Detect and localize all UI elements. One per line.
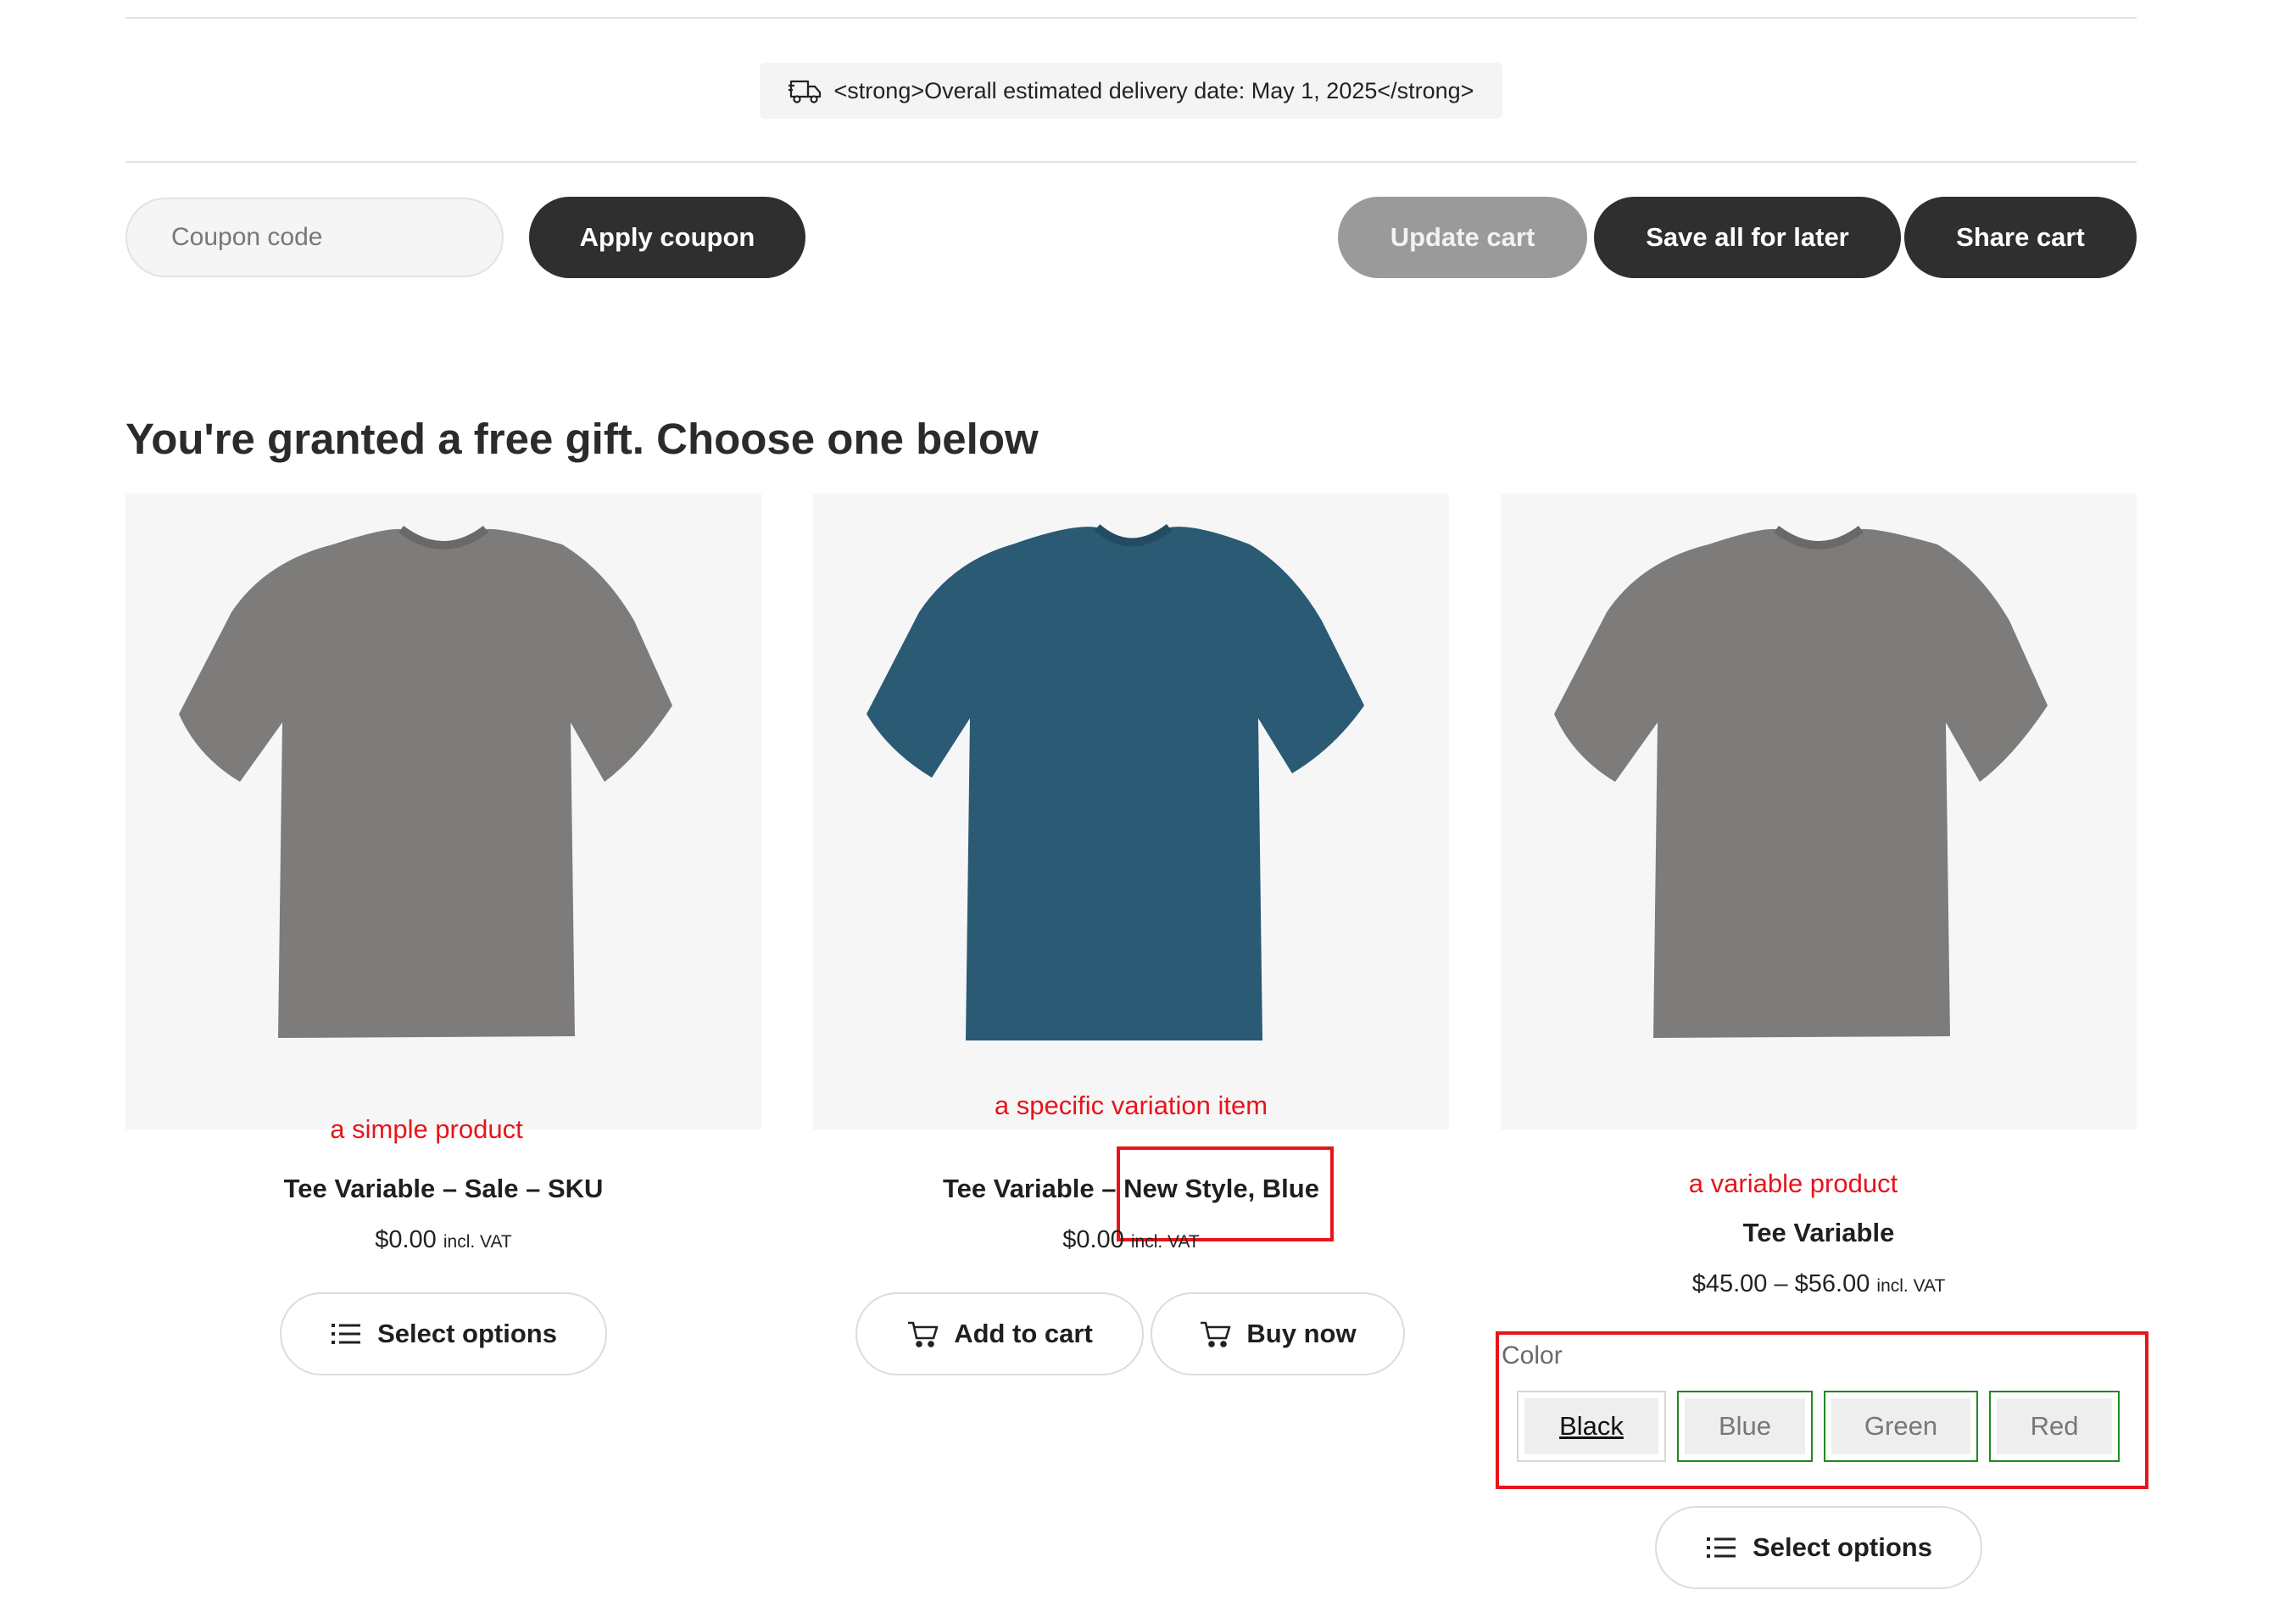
delivery-truck-icon [788, 80, 821, 103]
add-to-cart-label: Add to cart [954, 1319, 1093, 1348]
option-label: Black [1524, 1398, 1658, 1454]
price-value: $0.00 [375, 1226, 437, 1253]
add-to-cart-button[interactable]: Add to cart [855, 1292, 1144, 1375]
tax-label: incl. VAT [1876, 1276, 1946, 1296]
annotation-variable-product: a variable product [1688, 1169, 1898, 1198]
product-price: $0.00 incl. VAT [813, 1226, 1449, 1254]
select-options-button[interactable]: Select options [1655, 1506, 1982, 1589]
color-option-red[interactable]: Red [1989, 1391, 2120, 1462]
annotation-simple-product: a simple product [330, 1114, 523, 1144]
save-all-for-later-button[interactable]: Save all for later [1594, 197, 1901, 278]
product-price: $45.00 – $56.00 incl. VAT [1501, 1270, 2137, 1298]
annotation-specific-variation: a specific variation item [994, 1091, 1268, 1120]
buy-now-label: Buy now [1246, 1319, 1357, 1348]
section-divider [125, 161, 2137, 163]
price-value: $0.00 [1062, 1226, 1124, 1253]
product-title[interactable]: Tee Variable – Sale – SKU [125, 1174, 761, 1204]
list-icon [332, 1324, 361, 1344]
product-image-tee-grey-2[interactable] [1501, 494, 2137, 1130]
option-label: Green [1831, 1398, 1970, 1454]
top-divider [125, 17, 2137, 19]
cart-icon [908, 1321, 939, 1347]
color-option-green[interactable]: Green [1824, 1391, 1978, 1462]
product-title-prefix: Tee Variable – [943, 1174, 1117, 1203]
color-option-blue[interactable]: Blue [1677, 1391, 1813, 1462]
select-options-button[interactable]: Select options [280, 1292, 607, 1375]
cart-icon [1201, 1321, 1231, 1347]
price-value: $45.00 – $56.00 [1691, 1270, 1870, 1297]
buy-now-button[interactable]: Buy now [1151, 1292, 1405, 1375]
option-label: Red [1997, 1398, 2112, 1454]
tshirt-grey-image [1554, 525, 2048, 1038]
color-attribute-label: Color [1502, 1342, 1563, 1369]
product-image-tee-grey-1[interactable] [125, 494, 761, 1130]
list-icon [1707, 1537, 1736, 1558]
color-option-black[interactable]: Black [1517, 1391, 1666, 1462]
free-gift-heading: You're granted a free gift. Choose one b… [125, 415, 1039, 463]
tax-label: incl. VAT [1130, 1232, 1200, 1252]
option-label: Blue [1685, 1398, 1805, 1454]
tshirt-grey-image [179, 525, 672, 1038]
select-options-label: Select options [1753, 1532, 1932, 1562]
delivery-estimate-text: <strong>Overall estimated delivery date:… [833, 77, 1474, 103]
tshirt-blue-image [867, 523, 1364, 1040]
product-title[interactable]: Tee Variable [1501, 1218, 2137, 1248]
coupon-code-input[interactable] [125, 198, 504, 277]
product-price: $0.00 incl. VAT [125, 1226, 761, 1254]
share-cart-button[interactable]: Share cart [1904, 197, 2137, 278]
tax-label: incl. VAT [443, 1232, 512, 1252]
select-options-label: Select options [377, 1319, 557, 1348]
delivery-estimate-notice: <strong>Overall estimated delivery date:… [760, 63, 1502, 119]
update-cart-button[interactable]: Update cart [1338, 197, 1587, 278]
apply-coupon-button[interactable]: Apply coupon [529, 197, 805, 278]
product-image-tee-blue[interactable] [813, 494, 1449, 1130]
